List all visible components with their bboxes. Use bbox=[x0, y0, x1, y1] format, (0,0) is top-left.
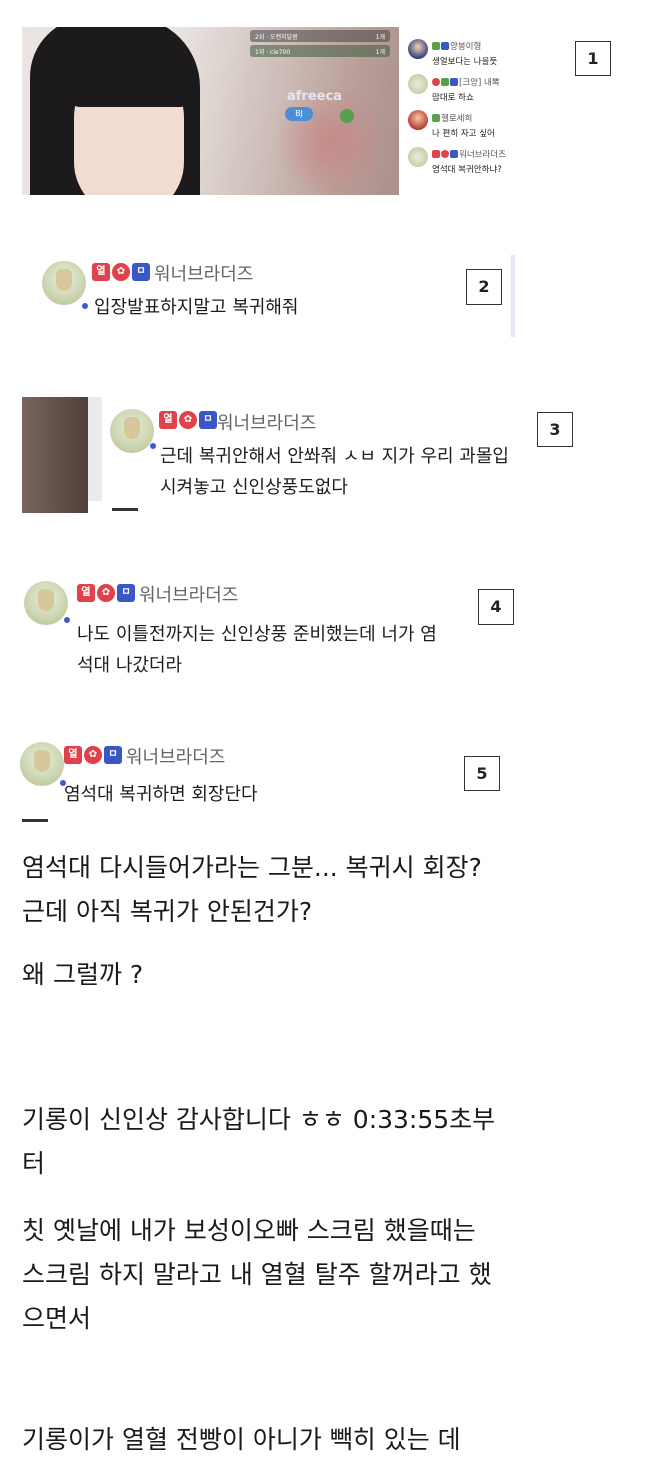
fan-badge-icon: 열 bbox=[64, 746, 82, 764]
sub-badge-icon: ㅁ bbox=[199, 411, 217, 429]
ranking-bar-1: 2위 · 오캔지달콤 1개 bbox=[250, 30, 390, 42]
bj-badge-icon: BJ bbox=[285, 107, 313, 121]
heart-badge-icon: ✿ bbox=[84, 746, 102, 764]
user-avatar-icon bbox=[408, 39, 428, 59]
article-paragraph-3: 기롱이 신인상 감사합니다 ㅎㅎ 0:33:55초부 터 bbox=[22, 1105, 496, 1178]
callout-number-3: 3 bbox=[537, 412, 573, 447]
user-avatar-icon bbox=[408, 110, 428, 130]
callout-number-1: 1 bbox=[575, 41, 611, 76]
fan-badge-icon: 열 bbox=[77, 584, 95, 602]
stream-video-thumbnail: 2위 · 오캔지달콤 1개 1위 · cle700 1개 afreeca BJ bbox=[22, 27, 399, 195]
video-edge bbox=[22, 397, 88, 513]
sub-badge-icon: ㅁ bbox=[132, 263, 150, 281]
callout-number-2: 2 bbox=[466, 269, 502, 305]
chat-capture-3: 열 ✿ ㅁ 워너브라더즈 근데 복귀안해서 안쏴줘 ㅅㅂ 지가 우리 과몰입 시… bbox=[22, 397, 602, 513]
user-avatar-icon bbox=[42, 261, 86, 305]
user-avatar-icon bbox=[20, 742, 64, 786]
article-paragraph-4: 칫 옛날에 내가 보성이오빠 스크림 했을때는 스크림 하지 말라고 내 열혈 … bbox=[22, 1216, 492, 1333]
user-badges: 열 ✿ ㅁ bbox=[64, 746, 122, 764]
heart-badge-icon: ✿ bbox=[179, 411, 197, 429]
scrollbar bbox=[511, 255, 515, 337]
user-avatar-icon bbox=[408, 147, 428, 167]
heart-badge-icon: ✿ bbox=[112, 263, 130, 281]
user-avatar-icon bbox=[408, 74, 428, 94]
fan-badge-icon: 열 bbox=[92, 263, 110, 281]
chat-capture-5: 열 ✿ ㅁ 워너브라더즈 염석대 복귀하면 회장단다 bbox=[18, 738, 498, 828]
chat-message: 워너브라더즈 염석대 복귀안하냐? bbox=[406, 144, 626, 180]
user-badges: 열 ✿ ㅁ bbox=[92, 263, 150, 281]
chat-capture-4: 열 ✿ ㅁ 워너브라더즈 나도 이틀전까지는 신인상풍 준비했는데 너가 염 석… bbox=[22, 575, 522, 676]
fan-badge-icon: 열 bbox=[159, 411, 177, 429]
article-paragraph-5: 기롱이가 열혈 전빵이 아니가 빽히 있는 데 bbox=[22, 1425, 461, 1454]
callout-number-4: 4 bbox=[478, 589, 514, 625]
afreeca-watermark: afreeca bbox=[287, 89, 342, 104]
chat-message: 헬로세희 나 편히 자고 싶어 bbox=[406, 108, 626, 144]
sub-badge-icon: ㅁ bbox=[117, 584, 135, 602]
callout-number-5: 5 bbox=[464, 756, 500, 791]
user-badges: 열 ✿ ㅁ bbox=[77, 584, 135, 602]
green-badge-icon bbox=[340, 109, 354, 123]
article-paragraph-1: 염석대 다시들어가라는 그분... 복귀시 회장? 근데 아직 복귀가 안된건가… bbox=[22, 853, 482, 926]
user-avatar-icon bbox=[110, 409, 154, 453]
user-avatar-icon bbox=[24, 581, 68, 625]
chat-capture-2: 열 ✿ ㅁ 워너브라더즈 입장발표하지말고 복귀해줘 bbox=[22, 255, 517, 337]
user-badges: 열 ✿ ㅁ bbox=[159, 411, 217, 429]
article-paragraph-2: 왜 그럴까 ? bbox=[22, 960, 144, 989]
sub-badge-icon: ㅁ bbox=[104, 746, 122, 764]
ranking-bar-2: 1위 · cle700 1개 bbox=[250, 45, 390, 57]
chat-message: [크앙] 내뽁 맘대로 하쇼 bbox=[406, 72, 626, 108]
heart-badge-icon: ✿ bbox=[97, 584, 115, 602]
